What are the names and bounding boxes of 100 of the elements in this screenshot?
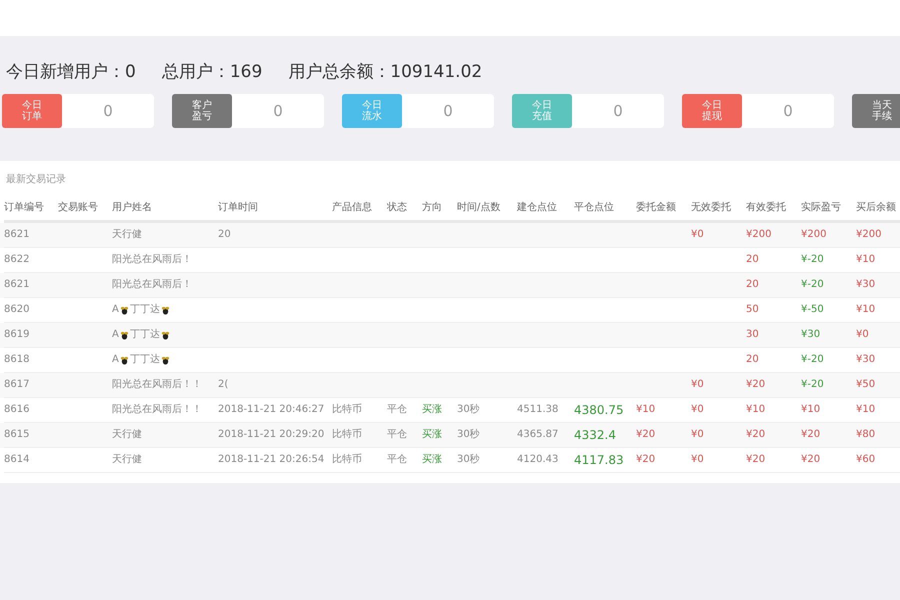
stat-value: 0 xyxy=(742,94,834,128)
table-cell-text: 8622 xyxy=(4,253,30,267)
table-cell-text: 比特币 xyxy=(332,428,362,442)
stat-value: 0 xyxy=(572,94,664,128)
table-cell-text: 平仓 xyxy=(387,428,407,442)
table-cell-text: 30秒 xyxy=(457,428,480,442)
table-cell-text: ¥20 xyxy=(746,428,766,442)
table-cell-text: ¥10 xyxy=(856,253,876,267)
table-cell-text: ¥60 xyxy=(856,453,876,467)
bee-icon xyxy=(160,356,170,364)
table-cell-text: 20 xyxy=(746,253,759,267)
user-name: 丁丁达 xyxy=(130,302,160,317)
table-cell-text: ¥-20 xyxy=(801,253,824,267)
bee-icon xyxy=(120,330,129,340)
table-cell-text: ¥10 xyxy=(746,403,766,417)
table-cell-text: ¥20 xyxy=(636,453,656,467)
table-cell-text: 8619 xyxy=(4,328,30,342)
table-cell-text: 20 xyxy=(218,228,231,242)
table-cell-text: ¥30 xyxy=(856,353,876,367)
column-header: 方向 xyxy=(422,202,442,213)
table-cell-text: ¥-50 xyxy=(801,303,824,317)
table-cell-text: ¥0 xyxy=(691,403,704,417)
stat-label: 当天 手续 xyxy=(852,94,900,128)
table-cell-text: 比特币 xyxy=(332,452,362,467)
column-header: 建仓点位 xyxy=(517,202,557,213)
user-name: 阳光总在风雨后！！ xyxy=(112,402,202,417)
user-name: A xyxy=(112,303,119,317)
column-header: 无效委托 xyxy=(691,202,731,213)
bee-icon xyxy=(120,306,129,314)
table-cell-text: 买涨 xyxy=(422,452,442,467)
table-cell-text: 8615 xyxy=(4,428,30,442)
bee-icon xyxy=(120,356,129,364)
table-cell-text: 30秒 xyxy=(457,402,480,417)
bee-icon xyxy=(160,330,170,340)
stat-label: 今日 流水 xyxy=(342,94,402,128)
table-cell-text: 比特币 xyxy=(332,402,362,417)
table-cell-text: ¥30 xyxy=(856,278,876,292)
table-cell-text: ¥0 xyxy=(691,228,704,242)
table-cell-text: ¥0 xyxy=(691,453,704,467)
column-header: 有效委托 xyxy=(746,202,786,213)
table-cell-text: 8620 xyxy=(4,303,30,317)
column-header: 用户姓名 xyxy=(112,202,152,213)
table-cell-text: ¥10 xyxy=(801,403,820,417)
table-cell-text: 30 xyxy=(746,328,759,342)
table-cell-text: 20 xyxy=(746,353,759,367)
stat-label: 今日 订单 xyxy=(2,94,62,128)
column-header: 时间/点数 xyxy=(457,202,500,213)
stat-text: 用户总余额：109141.02 xyxy=(288,61,482,84)
table-cell-text: 8618 xyxy=(4,353,30,367)
table-cell-text: 8614 xyxy=(4,453,30,467)
stat-text: 总用户：169 xyxy=(162,61,262,84)
table-cell-text: ¥10 xyxy=(636,403,656,417)
table-cell-text: 50 xyxy=(746,303,759,317)
table-cell-text: 4120.43 xyxy=(517,453,558,467)
table-cell-text: ¥20 xyxy=(801,428,820,442)
table-cell-text: 平仓 xyxy=(387,453,407,467)
column-header: 实际盈亏 xyxy=(801,202,841,213)
stat-value: 0 xyxy=(62,94,154,128)
table-cell-text: 2018-11-21 20:46:27 xyxy=(218,403,324,417)
column-header: 交易账号 xyxy=(58,202,98,213)
user-name: 天行健 xyxy=(112,228,142,242)
table-cell-text: ¥200 xyxy=(856,228,882,242)
table-cell-text: ¥0 xyxy=(856,328,869,342)
user-name: 阳光总在风雨后！！ xyxy=(112,378,202,392)
table-cell-text: 买涨 xyxy=(422,428,442,442)
table-cell-text: 2018-11-21 20:29:20 xyxy=(218,428,324,442)
table-cell-text: 8616 xyxy=(4,403,30,417)
table-cell-text: ¥0 xyxy=(691,378,704,392)
table-cell-text: ¥-20 xyxy=(801,378,824,392)
column-header: 产品信息 xyxy=(332,202,372,213)
user-name: 天行健 xyxy=(112,453,142,467)
table-cell-text: 2( xyxy=(218,378,228,392)
user-name: 阳光总在风雨后！ xyxy=(112,252,192,267)
table-cell-text: ¥-20 xyxy=(801,353,824,367)
column-header: 订单编号 xyxy=(4,202,44,213)
column-header: 委托金额 xyxy=(636,202,676,213)
table-cell-text: 20 xyxy=(746,278,759,292)
stat-value: 0 xyxy=(232,94,324,128)
table-cell-text: 4332.4 xyxy=(574,427,616,444)
table-cell-text: 4380.75 xyxy=(574,402,624,419)
table-cell-text: ¥10 xyxy=(856,303,876,317)
table-cell-text: 4511.38 xyxy=(517,403,558,417)
table-cell-text: 8621 xyxy=(4,278,30,292)
column-header: 买后余额 xyxy=(856,202,896,213)
column-header: 平仓点位 xyxy=(574,202,614,213)
table-cell-text: ¥-20 xyxy=(801,278,824,292)
column-header: 状态 xyxy=(387,202,407,213)
table-cell-text: ¥20 xyxy=(746,453,766,467)
user-name: 天行健 xyxy=(112,428,142,442)
user-name: 阳光总在风雨后！ xyxy=(112,278,192,292)
table-cell-text: ¥20 xyxy=(746,378,766,392)
table-cell-text: ¥20 xyxy=(801,453,820,467)
stat-label: 今日 充值 xyxy=(512,94,572,128)
user-name: 丁丁达 xyxy=(130,328,160,342)
table-cell-text: ¥10 xyxy=(856,403,876,417)
table-cell-text: ¥200 xyxy=(746,228,772,242)
table-cell-text: ¥50 xyxy=(856,378,876,392)
table-cell-text: ¥200 xyxy=(801,228,826,242)
user-name: A xyxy=(112,328,119,342)
column-header: 订单时间 xyxy=(218,202,258,213)
